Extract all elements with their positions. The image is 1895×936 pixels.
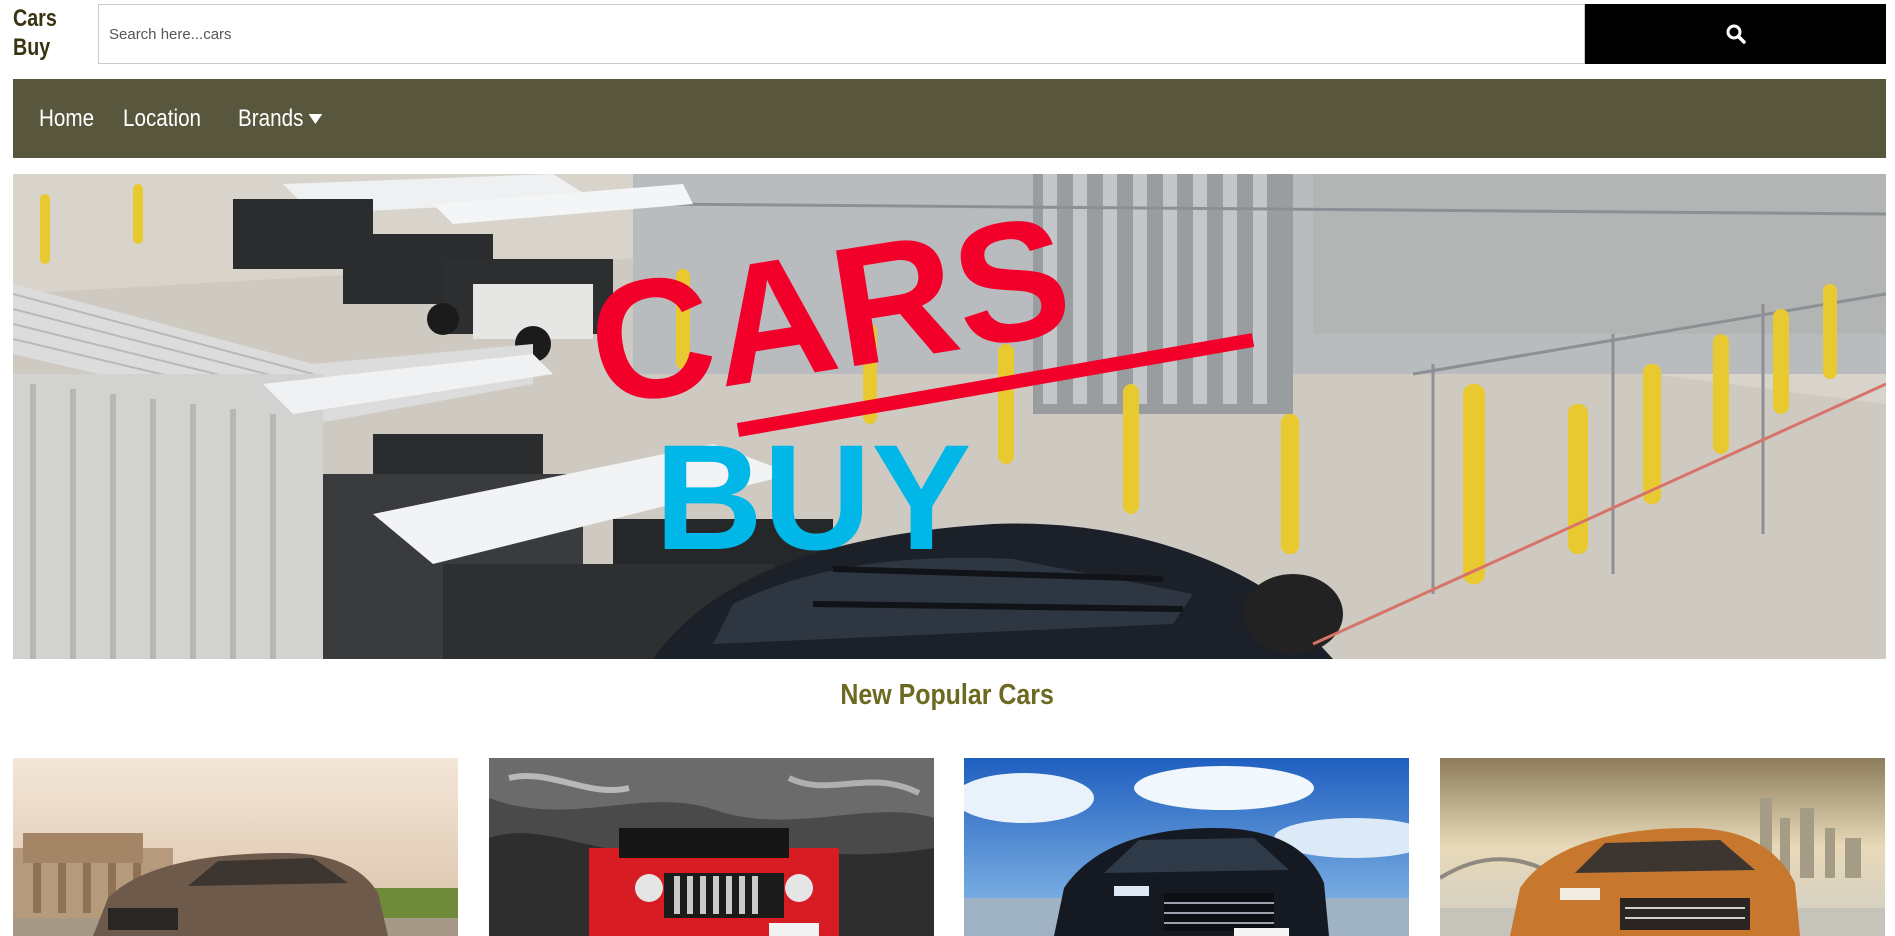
- car-image-orange-suv: [1440, 758, 1885, 936]
- search-icon: [1726, 24, 1746, 44]
- header: Cars Buy: [13, 4, 1886, 64]
- main-nav: Home Location Brands: [13, 79, 1886, 158]
- search-button[interactable]: [1585, 4, 1886, 64]
- car-image-red-jeep: [489, 758, 934, 936]
- nav-location-label: Location: [123, 104, 202, 132]
- nav-brands-dropdown[interactable]: Brands: [237, 104, 323, 133]
- hero-logo-buy: BUY: [655, 413, 972, 581]
- caret-down-icon: [308, 113, 323, 124]
- car-card-2[interactable]: [489, 758, 934, 936]
- hero-image: CARS BUY: [13, 174, 1886, 659]
- car-card-1[interactable]: [13, 758, 458, 936]
- search-input[interactable]: [98, 4, 1585, 64]
- nav-location[interactable]: Location: [123, 105, 201, 133]
- nav-home[interactable]: Home: [39, 105, 94, 133]
- car-image-black-suv: [964, 758, 1409, 936]
- car-image-brown-suv: [13, 758, 458, 936]
- hero-banner: CARS BUY: [13, 174, 1886, 659]
- site-logo[interactable]: Cars Buy: [13, 4, 70, 62]
- section-title-text: New Popular Cars: [840, 679, 1055, 711]
- nav-brands-label: Brands: [237, 104, 304, 132]
- car-card-4[interactable]: [1440, 758, 1885, 936]
- nav-home-label: Home: [39, 104, 95, 132]
- section-title: New Popular Cars: [0, 679, 1895, 712]
- car-card-3[interactable]: [964, 758, 1409, 936]
